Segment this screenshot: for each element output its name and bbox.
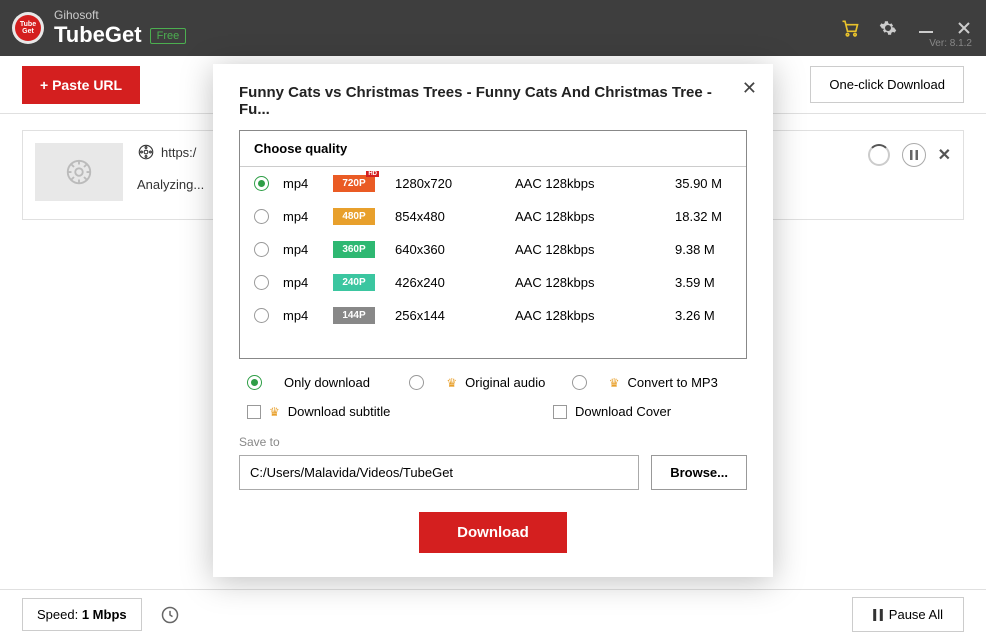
free-badge: Free — [150, 28, 187, 44]
download-button[interactable]: Download — [419, 512, 567, 553]
radio-icon — [254, 176, 269, 191]
pause-icon — [873, 609, 883, 621]
dialog-close-button[interactable]: ✕ — [742, 78, 757, 99]
film-icon — [137, 143, 155, 161]
format-label: mp4 — [283, 308, 333, 323]
paste-url-button[interactable]: + Paste URL — [22, 66, 140, 104]
browse-button[interactable]: Browse... — [651, 455, 747, 490]
remove-item-button[interactable]: ✕ — [938, 145, 951, 165]
size-label: 35.90 M — [675, 176, 722, 191]
brand-company: Gihosoft — [54, 8, 186, 22]
audio-label: AAC 128kbps — [515, 209, 675, 224]
resolution-badge: 240P — [333, 274, 375, 291]
option-download-subtitle[interactable]: ♛ Download subtitle — [247, 404, 493, 419]
statusbar: Speed: 1 Mbps Pause All — [0, 589, 986, 639]
titlebar: TubeGet Gihosoft TubeGet Free Ver: 8.1.2 — [0, 0, 986, 56]
resolution-badge: 720PHD — [333, 175, 375, 192]
format-label: mp4 — [283, 275, 333, 290]
dimensions-label: 640x360 — [395, 242, 515, 257]
oneclick-download-button[interactable]: One-click Download — [810, 66, 964, 103]
loading-spinner — [868, 144, 890, 166]
thumbnail-placeholder — [35, 143, 123, 201]
window-controls — [840, 18, 974, 38]
close-icon[interactable] — [954, 18, 974, 38]
audio-label: AAC 128kbps — [515, 308, 675, 323]
quality-row[interactable]: mp4144P 256x144AAC 128kbps3.26 M — [240, 299, 746, 332]
saveto-path-input[interactable] — [239, 455, 639, 490]
crown-icon: ♛ — [609, 376, 620, 390]
dimensions-label: 256x144 — [395, 308, 515, 323]
radio-icon — [247, 375, 262, 390]
item-url: https:/ — [161, 145, 196, 160]
pause-item-button[interactable] — [902, 143, 926, 167]
quality-row[interactable]: mp4720PHD 1280x720AAC 128kbps35.90 M — [240, 167, 746, 200]
gear-icon[interactable] — [878, 18, 898, 38]
crown-icon: ♛ — [446, 376, 457, 390]
speed-value: 1 Mbps — [82, 607, 127, 622]
radio-icon — [409, 375, 424, 390]
saveto-label: Save to — [239, 435, 747, 449]
audio-label: AAC 128kbps — [515, 242, 675, 257]
pause-all-label: Pause All — [889, 607, 943, 622]
checkbox-icon — [553, 405, 567, 419]
audio-label: AAC 128kbps — [515, 275, 675, 290]
quality-row[interactable]: mp4360P 640x360AAC 128kbps9.38 M — [240, 233, 746, 266]
format-label: mp4 — [283, 209, 333, 224]
brand-name: TubeGet — [54, 22, 142, 48]
quality-box: Choose quality mp4720PHD1280x720AAC 128k… — [239, 130, 747, 359]
radio-icon — [254, 275, 269, 290]
size-label: 18.32 M — [675, 209, 722, 224]
radio-icon — [572, 375, 587, 390]
option-only-download[interactable]: Only download — [247, 375, 409, 390]
option-download-cover[interactable]: Download Cover — [493, 404, 739, 419]
options-group: Only download ♛ Original audio ♛ Convert… — [239, 359, 747, 425]
quality-row[interactable]: mp4480P 854x480AAC 128kbps18.32 M — [240, 200, 746, 233]
format-label: mp4 — [283, 176, 333, 191]
minimize-icon[interactable] — [916, 18, 936, 38]
size-label: 9.38 M — [675, 242, 715, 257]
choose-quality-header: Choose quality — [240, 131, 746, 167]
brand-text: Gihosoft TubeGet Free — [54, 8, 186, 48]
speed-label: Speed: — [37, 607, 78, 622]
dimensions-label: 854x480 — [395, 209, 515, 224]
radio-icon — [254, 308, 269, 323]
quality-row[interactable]: mp4240P 426x240AAC 128kbps3.59 M — [240, 266, 746, 299]
quality-dialog: ✕ Funny Cats vs Christmas Trees - Funny … — [213, 64, 773, 577]
crown-icon: ♛ — [269, 405, 280, 419]
audio-label: AAC 128kbps — [515, 176, 675, 191]
option-convert-mp3[interactable]: ♛ Convert to MP3 — [572, 375, 734, 390]
format-label: mp4 — [283, 242, 333, 257]
item-actions: ✕ — [868, 143, 951, 167]
speed-box[interactable]: Speed: 1 Mbps — [22, 598, 142, 631]
radio-icon — [254, 209, 269, 224]
radio-icon — [254, 242, 269, 257]
size-label: 3.59 M — [675, 275, 715, 290]
speed-settings-icon[interactable] — [160, 605, 180, 625]
version-label: Ver: 8.1.2 — [929, 38, 972, 49]
dialog-title: Funny Cats vs Christmas Trees - Funny Ca… — [239, 84, 747, 118]
checkbox-icon — [247, 405, 261, 419]
size-label: 3.26 M — [675, 308, 715, 323]
resolution-badge: 360P — [333, 241, 375, 258]
cart-icon[interactable] — [840, 18, 860, 38]
resolution-badge: 144P — [333, 307, 375, 324]
resolution-badge: 480P — [333, 208, 375, 225]
app-logo: TubeGet — [12, 12, 44, 44]
option-original-audio[interactable]: ♛ Original audio — [409, 375, 571, 390]
pause-all-button[interactable]: Pause All — [852, 597, 964, 632]
dimensions-label: 426x240 — [395, 275, 515, 290]
dimensions-label: 1280x720 — [395, 176, 515, 191]
